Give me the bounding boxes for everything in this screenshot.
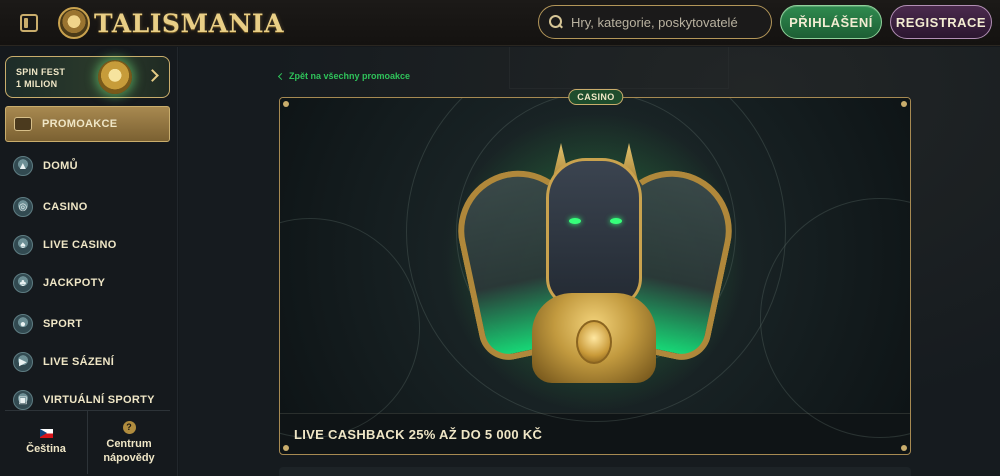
promo-details-panel bbox=[279, 467, 911, 476]
czech-flag-icon bbox=[39, 429, 53, 438]
help-label-line1: Centrum bbox=[106, 437, 152, 450]
sidebar-item-jackpoty[interactable]: ♣ JACKPOTY bbox=[5, 265, 170, 301]
sidebar-item-label: CASINO bbox=[43, 201, 88, 213]
sidebar-item-label: PROMOAKCE bbox=[42, 118, 118, 130]
corner-rivet bbox=[901, 445, 907, 451]
help-label-line2: nápovědy bbox=[103, 451, 155, 464]
sidebar-item-sport[interactable]: ● SPORT bbox=[5, 306, 170, 342]
sidebar-item-live-casino[interactable]: ♠ LIVE CASINO bbox=[5, 227, 170, 263]
background-ornament bbox=[509, 47, 729, 89]
spin-fest-subtitle: 1 MILION bbox=[16, 79, 58, 89]
sidebar-item-promoakce[interactable]: PROMOAKCE bbox=[5, 106, 170, 142]
corner-rivet bbox=[901, 101, 907, 107]
roulette-icon: ◎ bbox=[13, 197, 33, 217]
help-center-link[interactable]: ? Centrum nápovědy bbox=[87, 411, 170, 474]
sidebar: SPIN FEST 1 MILION PROMOAKCE ▲ DOMŮ ◎ CA… bbox=[0, 47, 178, 476]
language-label: Čeština bbox=[26, 443, 66, 455]
promo-hero-image bbox=[280, 98, 910, 438]
sidebar-item-domu[interactable]: ▲ DOMŮ bbox=[5, 148, 170, 184]
category-badge: CASINO bbox=[568, 89, 624, 105]
back-to-promotions-link[interactable]: Zpět na všechny promoakce bbox=[277, 71, 411, 81]
hero-ring bbox=[280, 218, 420, 438]
gamepad-icon: ▣ bbox=[13, 390, 33, 410]
gold-coin-icon bbox=[98, 60, 132, 94]
site-logo[interactable]: TALISMANIA bbox=[58, 5, 284, 41]
login-button[interactable]: PŘIHLÁŠENÍ bbox=[780, 5, 882, 39]
logo-text: TALISMANIA bbox=[94, 8, 284, 38]
chevron-right-icon bbox=[146, 69, 159, 82]
live-play-icon: ▶ bbox=[13, 352, 33, 372]
pyramid-icon: ▲ bbox=[13, 156, 33, 176]
sidebar-item-label: LIVE SÁZENÍ bbox=[43, 356, 115, 368]
scarab-logo-icon bbox=[58, 7, 90, 39]
sidebar-item-label: DOMŮ bbox=[43, 160, 78, 172]
language-selector[interactable]: Čeština bbox=[5, 411, 87, 474]
sidebar-item-label: SPORT bbox=[43, 318, 83, 330]
promo-title: LIVE CASHBACK 25% AŽ DO 5 000 KČ bbox=[294, 427, 543, 442]
search-box[interactable] bbox=[538, 5, 772, 39]
promo-card[interactable]: LIVE CASHBACK 25% AŽ DO 5 000 KČ bbox=[279, 97, 911, 455]
sidebar-item-label: VIRTUÁLNÍ SPORTY bbox=[43, 394, 155, 406]
corner-rivet bbox=[283, 101, 289, 107]
sidebar-item-casino[interactable]: ◎ CASINO bbox=[5, 189, 170, 225]
main-content: Zpět na všechny promoakce CASINO LIVE CA… bbox=[179, 47, 1000, 476]
search-input[interactable] bbox=[571, 14, 761, 30]
scarab-amulet bbox=[576, 320, 612, 364]
sidebar-footer: Čeština ? Centrum nápovědy bbox=[5, 410, 170, 474]
register-button[interactable]: REGISTRACE bbox=[890, 5, 992, 39]
chevron-left-icon bbox=[277, 72, 286, 80]
top-header: TALISMANIA PŘIHLÁŠENÍ REGISTRACE bbox=[0, 0, 1000, 46]
search-icon bbox=[549, 15, 563, 29]
anubis-eye-left bbox=[569, 218, 581, 224]
back-link-label: Zpět na všechny promoakce bbox=[289, 71, 411, 81]
sidebar-item-live-sazeni[interactable]: ▶ LIVE SÁZENÍ bbox=[5, 344, 170, 380]
sidebar-item-label: JACKPOTY bbox=[43, 277, 106, 289]
ticket-icon bbox=[14, 117, 32, 131]
clover-icon: ♣ bbox=[13, 273, 33, 293]
spin-fest-title: SPIN FEST bbox=[16, 67, 66, 77]
spin-fest-banner[interactable]: SPIN FEST 1 MILION bbox=[5, 56, 170, 98]
anubis-eye-right bbox=[610, 218, 622, 224]
soccer-ball-icon: ● bbox=[13, 314, 33, 334]
corner-rivet bbox=[283, 445, 289, 451]
spade-icon: ♠ bbox=[13, 235, 33, 255]
sidebar-item-label: LIVE CASINO bbox=[43, 239, 117, 251]
anubis-head bbox=[546, 158, 642, 308]
question-icon: ? bbox=[122, 420, 136, 434]
sidebar-toggle-icon[interactable] bbox=[20, 14, 38, 32]
